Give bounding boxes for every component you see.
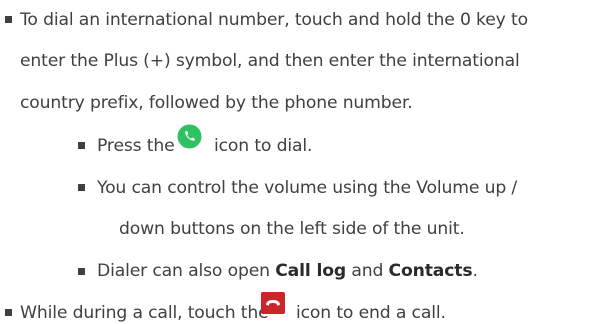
bullet-marker xyxy=(78,268,85,275)
paragraph-line: country prefix, followed by the phone nu… xyxy=(20,93,413,113)
text-fragment: and xyxy=(346,261,389,281)
bullet-marker xyxy=(5,16,12,23)
instruction-document: To dial an international number, touch a… xyxy=(0,0,599,323)
end-call-icon xyxy=(261,292,285,314)
bullet-marker xyxy=(78,184,85,191)
paragraph-line: enter the Plus (+) symbol, and then ente… xyxy=(20,51,520,71)
contacts-label: Contacts xyxy=(388,261,473,281)
text-fragment: Dialer can also open xyxy=(97,261,276,281)
paragraph-line: Dialer can also open Call log and Contac… xyxy=(97,260,478,282)
paragraph-line: While during a call, touch the xyxy=(20,303,269,323)
paragraph-line: You can control the volume using the Vol… xyxy=(97,178,518,198)
call-log-label: Call log xyxy=(275,261,346,281)
paragraph-line: Press the xyxy=(97,136,175,156)
paragraph-line: To dial an international number, touch a… xyxy=(20,10,528,30)
bullet-marker xyxy=(5,309,12,316)
bullet-marker xyxy=(78,142,85,149)
paragraph-line: icon to end a call. xyxy=(296,303,446,323)
dial-call-icon xyxy=(177,124,202,149)
paragraph-line: icon to dial. xyxy=(214,136,313,156)
text-fragment: . xyxy=(472,261,478,281)
paragraph-line: down buttons on the left side of the uni… xyxy=(119,219,465,239)
